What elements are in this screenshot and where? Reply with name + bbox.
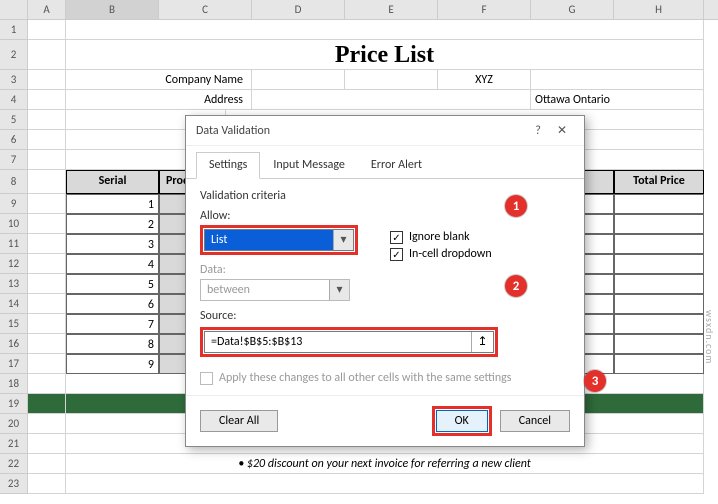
chevron-down-icon[interactable]: ▾: [333, 230, 353, 250]
row-16[interactable]: 16: [0, 334, 28, 354]
row-5[interactable]: 5: [0, 110, 28, 130]
row-17[interactable]: 17: [0, 354, 28, 374]
callout-2: 2: [505, 275, 527, 297]
cell-serial[interactable]: 1: [66, 194, 159, 214]
row-22[interactable]: 22: [0, 454, 28, 474]
help-icon[interactable]: ?: [526, 124, 550, 138]
col-F[interactable]: F: [438, 0, 531, 19]
row-1[interactable]: 1: [0, 20, 28, 40]
cancel-button[interactable]: Cancel: [500, 410, 570, 432]
note-2: • $20 discount on your next invoice for …: [66, 454, 704, 474]
row-8[interactable]: 8: [0, 170, 28, 194]
row-6[interactable]: 6: [0, 130, 28, 150]
watermark: wsxdn.com: [703, 310, 716, 364]
row-7[interactable]: 7: [0, 150, 28, 170]
allow-value: List: [205, 233, 333, 247]
address-label: Address: [66, 90, 252, 110]
company-value: XYZ: [438, 70, 531, 90]
data-value: between: [201, 283, 329, 297]
chevron-down-icon: ▾: [329, 280, 349, 300]
range-picker-icon[interactable]: ↥: [471, 332, 493, 352]
row-14[interactable]: 14: [0, 294, 28, 314]
row-13[interactable]: 13: [0, 274, 28, 294]
hdr-total: Total Price: [614, 170, 704, 194]
source-label: Source:: [200, 309, 360, 323]
callout-3: 3: [584, 370, 606, 392]
source-input-wrap: ↥: [204, 331, 494, 353]
col-B[interactable]: B: [66, 0, 159, 19]
allow-combo[interactable]: List ▾: [204, 229, 354, 251]
data-label: Data:: [200, 263, 360, 277]
company-label: Company Name: [66, 70, 252, 90]
col-H[interactable]: H: [614, 0, 704, 19]
col-E[interactable]: E: [345, 0, 438, 19]
row-12[interactable]: 12: [0, 254, 28, 274]
source-input[interactable]: [205, 332, 471, 352]
hdr-serial: Serial: [66, 170, 159, 194]
ignore-blank-checkbox[interactable]: ✓Ignore blank: [390, 230, 492, 244]
ok-button[interactable]: OK: [436, 410, 488, 432]
apply-all-checkbox: Apply these changes to all other cells w…: [200, 371, 570, 385]
col-G[interactable]: G: [531, 0, 614, 19]
row-15[interactable]: 15: [0, 314, 28, 334]
incell-dropdown-checkbox[interactable]: ✓In-cell dropdown: [390, 247, 492, 261]
col-A[interactable]: A: [28, 0, 66, 19]
row-2[interactable]: 2: [0, 40, 28, 70]
tab-settings[interactable]: Settings: [196, 152, 260, 179]
page-title: Price List: [66, 40, 704, 70]
col-D[interactable]: D: [252, 0, 345, 19]
row-9[interactable]: 9: [0, 194, 28, 214]
callout-1: 1: [505, 195, 527, 217]
row-3[interactable]: 3: [0, 70, 28, 90]
row-4[interactable]: 4: [0, 90, 28, 110]
tab-input-message[interactable]: Input Message: [260, 152, 358, 178]
data-combo: between ▾: [200, 279, 350, 301]
clear-all-button[interactable]: Clear All: [200, 410, 278, 432]
row-19[interactable]: 19: [0, 394, 28, 414]
allow-label: Allow:: [200, 209, 360, 223]
row-21[interactable]: 21: [0, 434, 28, 454]
select-all-corner[interactable]: [0, 0, 28, 19]
col-C[interactable]: C: [159, 0, 252, 19]
row-10[interactable]: 10: [0, 214, 28, 234]
row-18[interactable]: 18: [0, 374, 28, 394]
close-icon[interactable]: ✕: [550, 123, 574, 138]
row-20[interactable]: 20: [0, 414, 28, 434]
dialog-title: Data Validation: [196, 124, 526, 138]
row-23[interactable]: 23: [0, 474, 28, 494]
tab-error-alert[interactable]: Error Alert: [358, 152, 435, 178]
address-value: Ottawa Ontario: [531, 90, 704, 110]
row-11[interactable]: 11: [0, 234, 28, 254]
